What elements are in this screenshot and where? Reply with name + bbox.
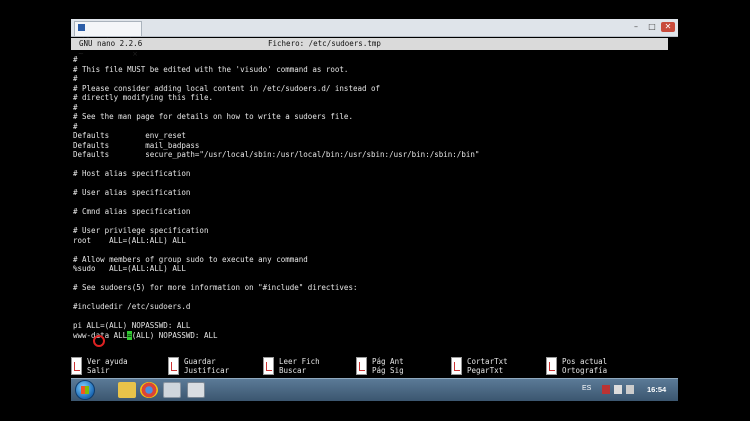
app-window-icon[interactable]	[187, 382, 205, 398]
shortcut-label[interactable]: PegarTxt	[467, 366, 503, 375]
editor-line: # This file MUST be edited with the 'vis…	[73, 64, 349, 74]
maximize-button[interactable]: □	[645, 22, 659, 32]
shortcut-label[interactable]: Pos actual	[562, 357, 607, 366]
shortcut-label[interactable]: Guardar	[184, 357, 216, 366]
editor-line: #	[73, 102, 78, 112]
editor-line: # See sudoers(5) for more information on…	[73, 283, 358, 292]
editor-line: # Host alias specification	[73, 169, 191, 178]
chrome-icon[interactable]	[140, 382, 158, 398]
shortcut-group: Guardar Justificar	[168, 356, 268, 376]
minimize-button[interactable]: –	[629, 22, 643, 32]
shortcut-group: CortarTxt PegarTxt	[451, 356, 551, 376]
close-button[interactable]: ✕	[661, 22, 675, 32]
editor-line: # Please consider adding local content i…	[73, 83, 381, 93]
shortcut-key-icon	[546, 357, 557, 375]
nano-header: GNU nano 2.2.6 Fichero: /etc/sudoers.tmp	[71, 38, 668, 50]
terminal-icon	[78, 24, 85, 31]
shortcut-group: Pos actual Ortografía	[546, 356, 646, 376]
editor-line: %sudo ALL=(ALL:ALL) ALL	[73, 264, 186, 273]
shortcut-label[interactable]: Buscar	[279, 366, 306, 375]
shortcut-group: Leer Fich Buscar	[263, 356, 363, 376]
shortcut-label[interactable]: Salir	[87, 366, 110, 375]
folder-icon[interactable]	[118, 382, 136, 398]
editor-line: Defaults env_reset	[73, 131, 186, 140]
editor-line: root ALL=(ALL:ALL) ALL	[73, 235, 186, 245]
shortcut-key-icon	[168, 357, 179, 375]
shortcut-label[interactable]: Pág Ant	[372, 357, 404, 366]
tray-network-icon[interactable]	[614, 385, 622, 394]
editor-line: # Cmnd alias specification	[73, 207, 191, 216]
shortcut-key-icon	[356, 357, 367, 375]
shortcut-group: Pág Ant Pág Sig	[356, 356, 456, 376]
shortcut-label[interactable]: Ver ayuda	[87, 357, 128, 366]
putty-icon[interactable]	[163, 382, 181, 398]
shortcut-key-icon	[451, 357, 462, 375]
editor-line: Defaults mail_badpass	[73, 140, 200, 150]
editor-line: #	[73, 121, 78, 131]
editor-line: #includedir /etc/sudoers.d	[73, 302, 191, 311]
shortcut-label[interactable]: CortarTxt	[467, 357, 508, 366]
shortcut-label[interactable]: Ortografía	[562, 366, 607, 375]
shortcut-label[interactable]: Justificar	[184, 366, 229, 375]
editor-line: Defaults secure_path="/usr/local/sbin:/u…	[73, 150, 480, 159]
shortcut-group: Ver ayuda Salir	[71, 356, 171, 376]
editor-line: # User privilege specification	[73, 226, 209, 235]
editor-line-current: www-data ALL=(ALL) NOPASSWD: ALL	[73, 330, 663, 341]
window-tab[interactable]: pi@raspberrypi: ~×	[74, 21, 142, 58]
editor-line-text: (ALL) NOPASSWD: ALL	[131, 330, 218, 340]
taskbar-clock[interactable]: 16:54	[647, 385, 666, 394]
shortcut-key-icon	[71, 357, 82, 375]
editor-line: #	[73, 74, 78, 83]
nano-file-label: Fichero: /etc/sudoers.tmp	[268, 39, 381, 48]
windows-taskbar: ES 16:54	[71, 378, 678, 401]
shortcut-label[interactable]: Pág Sig	[372, 366, 404, 375]
editor-line: # directly modifying this file.	[73, 93, 213, 102]
tray-flag-icon[interactable]	[602, 385, 610, 394]
nano-shortcut-bar: Ver ayuda Salir Guardar Justificar Leer Fich…	[71, 356, 678, 376]
nano-version: GNU nano 2.2.6	[79, 39, 143, 48]
editor-text-area[interactable]: # # This file MUST be edited with the 'vi…	[73, 55, 663, 341]
shortcut-key-icon	[263, 357, 274, 375]
editor-line: # Allow members of group sudo to execute…	[73, 254, 308, 264]
editor-line: # User alias specification	[73, 188, 191, 197]
editor-line: # See the man page for details on how to…	[73, 112, 353, 121]
editor-line: #	[73, 55, 78, 64]
putty-window: pi@raspberrypi: ~× – □ ✕ GNU nano 2.2.6 …	[71, 19, 678, 378]
window-titlebar[interactable]: pi@raspberrypi: ~× – □ ✕	[71, 19, 678, 58]
tray-volume-icon[interactable]	[626, 385, 634, 394]
editor-line: pi ALL=(ALL) NOPASSWD: ALL	[73, 321, 191, 330]
shortcut-label[interactable]: Leer Fich	[279, 357, 320, 366]
language-indicator[interactable]: ES	[582, 385, 591, 392]
click-indicator-icon	[93, 335, 105, 347]
start-orb-icon[interactable]	[75, 380, 95, 400]
